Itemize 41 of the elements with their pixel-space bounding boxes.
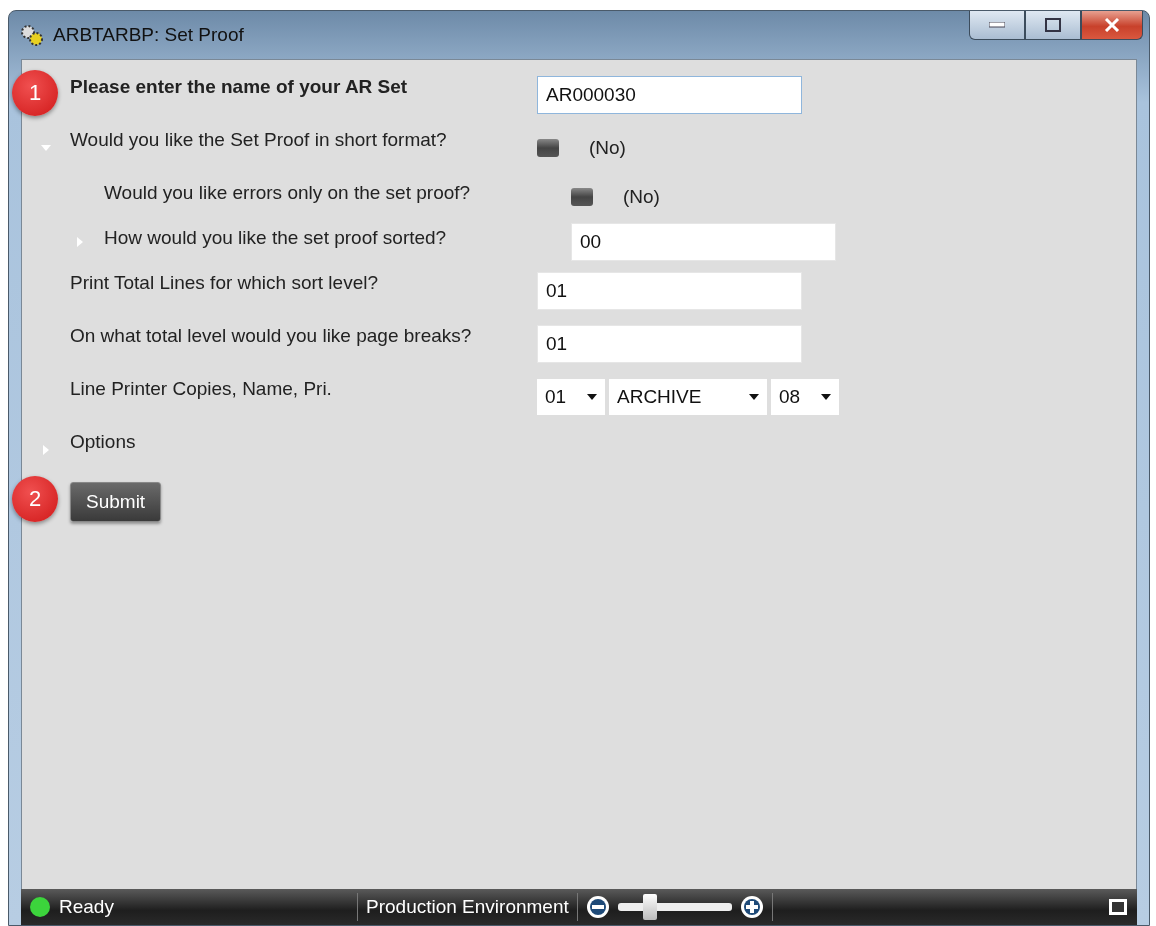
minimize-button[interactable] xyxy=(969,11,1025,40)
field-label: Line Printer Copies, Name, Pri. xyxy=(70,377,333,400)
maximize-icon xyxy=(1045,18,1061,32)
field-label: How would you like the set proof sorted? xyxy=(104,226,448,249)
window-title: ARBTARBP: Set Proof xyxy=(53,24,244,46)
status-indicator-icon xyxy=(29,896,51,918)
text-field[interactable]: AR000030 xyxy=(537,75,802,114)
step-number-badge: 1 xyxy=(12,70,58,116)
toggle-state-text: (No) xyxy=(623,185,660,208)
status-text: Ready xyxy=(59,896,114,918)
submit-button[interactable]: Submit xyxy=(70,482,162,522)
zoom-slider[interactable] xyxy=(617,894,732,920)
field-label: Would you like errors only on the set proof? xyxy=(104,181,472,204)
field-label: Would you like the Set Proof in short format? xyxy=(70,128,448,151)
toggle-checkbox[interactable] xyxy=(537,138,559,157)
zoom-out-icon[interactable] xyxy=(585,895,610,919)
environment-text: Production Environment xyxy=(366,896,569,918)
toggle-state-text: (No) xyxy=(589,136,626,159)
section-header[interactable]: Options xyxy=(70,423,537,453)
text-field[interactable]: 01 xyxy=(537,271,802,310)
dropdown[interactable]: ARCHIVE xyxy=(609,378,767,415)
caret-icon xyxy=(821,393,831,400)
dropdown[interactable]: 01 xyxy=(537,378,605,415)
caret-icon xyxy=(749,393,759,400)
gears-icon xyxy=(19,23,45,47)
toggle-checkbox[interactable] xyxy=(571,187,593,206)
maximize-button[interactable] xyxy=(1025,11,1081,40)
text-field[interactable]: 00 xyxy=(571,222,836,261)
minimize-icon xyxy=(989,22,1005,28)
field-label: Print Total Lines for which sort level? xyxy=(70,271,380,294)
field-label: On what total level would you like page breaks? xyxy=(70,324,473,347)
fullscreen-icon[interactable] xyxy=(1107,897,1129,917)
slider-thumb[interactable] xyxy=(642,894,657,920)
zoom-in-icon[interactable] xyxy=(739,895,764,919)
close-button[interactable] xyxy=(1081,11,1143,40)
step-number-badge: 2 xyxy=(12,476,58,522)
text-field[interactable]: 01 xyxy=(537,324,802,363)
field-label: Please enter the name of your AR Set xyxy=(70,75,409,98)
close-icon xyxy=(1104,18,1120,32)
dropdown[interactable]: 08 xyxy=(771,378,839,415)
caret-icon xyxy=(587,393,597,400)
